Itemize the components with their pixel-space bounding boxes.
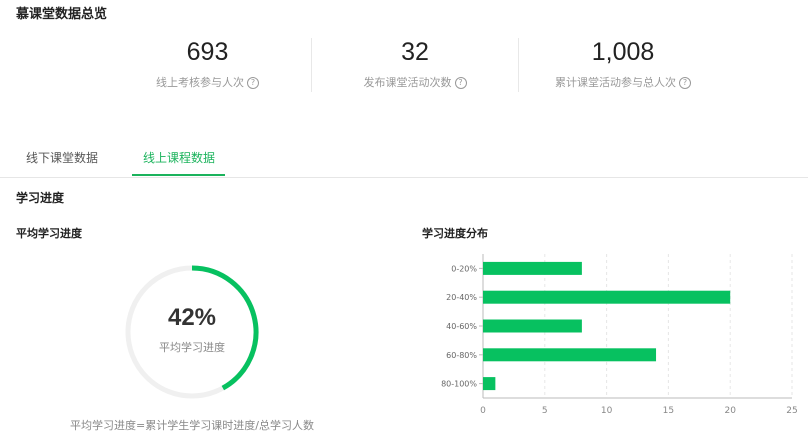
stat-label: 累计课堂活动参与总人次	[555, 76, 676, 89]
help-icon[interactable]: ?	[247, 77, 259, 89]
category-label: 80-100%	[441, 380, 477, 389]
active-tab-indicator	[132, 174, 225, 176]
tab-offline-class[interactable]: 线下课堂数据	[26, 149, 98, 166]
bar-80-100%	[483, 377, 496, 391]
x-tick-label: 20	[724, 406, 736, 416]
section-title: 学习进度	[16, 191, 65, 205]
bar-60-80%	[483, 348, 657, 362]
distribution-title: 学习进度分布	[422, 227, 488, 240]
stat-value: 1,008	[591, 38, 655, 66]
stat-label-row: 发布课堂活动次数 ?	[312, 76, 518, 90]
help-icon[interactable]: ?	[679, 77, 691, 89]
progress-label: 平均学习进度	[159, 341, 225, 354]
category-label: 0-20%	[451, 264, 477, 273]
category-label: 60-80%	[446, 351, 477, 360]
stat-online-exam: 693 线上考核参与人次 ?	[105, 37, 310, 97]
category-label: 20-40%	[446, 293, 477, 302]
stat-label-row: 线上考核参与人次 ?	[105, 76, 310, 90]
stat-label: 发布课堂活动次数	[363, 76, 452, 89]
progress-formula: 平均学习进度=累计学生学习课时进度/总学习人数	[70, 419, 314, 432]
category-label: 40-60%	[446, 322, 477, 331]
avg-progress-title: 平均学习进度	[16, 227, 82, 240]
tab-online-course[interactable]: 线上课程数据	[143, 149, 215, 166]
distribution-chart: 0 5 10 15 20 25 0-20% 20-40% 40-60% 60-80% 80-100%	[420, 250, 808, 439]
tab-bar: 线下课堂数据 线上课程数据	[0, 140, 808, 178]
x-tick-label: 10	[601, 406, 613, 416]
x-tick-label: 5	[542, 406, 548, 416]
stat-value: 693	[186, 38, 229, 66]
x-tick-label: 25	[786, 406, 797, 416]
stat-participants: 1,008 累计课堂活动参与总人次 ?	[519, 37, 727, 97]
x-tick-label: 15	[663, 406, 674, 416]
progress-value: 42%	[167, 304, 217, 331]
help-icon[interactable]: ?	[454, 77, 467, 89]
bar-40-60%	[483, 319, 582, 333]
stat-activities: 32 发布课堂活动次数 ?	[312, 37, 518, 97]
page-title: 慕课堂数据总览	[16, 7, 108, 22]
x-tick-label: 0	[480, 406, 486, 416]
progress-ring	[123, 263, 261, 401]
stat-label: 线上考核参与人次	[156, 76, 244, 89]
bar-20-40%	[483, 290, 731, 304]
stat-value: 32	[401, 38, 429, 66]
stat-label-row: 累计课堂活动参与总人次 ?	[519, 76, 727, 90]
bar-0-20%	[483, 261, 582, 275]
